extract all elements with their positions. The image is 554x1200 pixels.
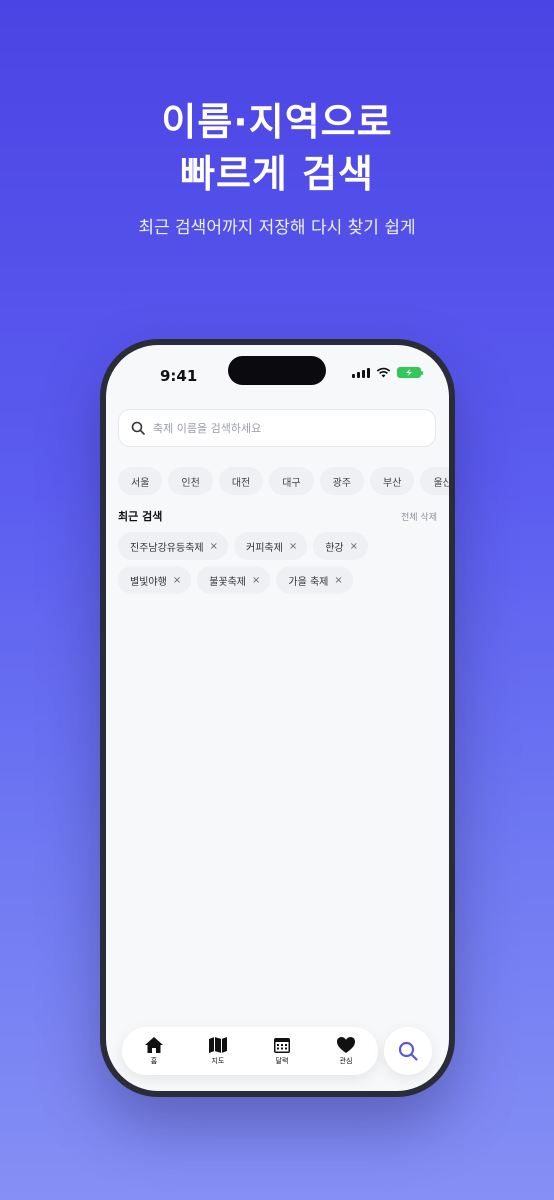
phone-frame: 9:41 서울 인천 <box>100 339 455 1097</box>
recent-search-label: 커피축제 <box>246 542 283 554</box>
map-icon <box>209 1037 227 1053</box>
search-input[interactable] <box>153 421 413 435</box>
bottom-tab-bar: 홈 지도 달력 관심 <box>122 1027 378 1075</box>
tab-home-label: 홈 <box>150 1057 158 1065</box>
region-chip-daegu[interactable]: 대구 <box>269 467 314 495</box>
recent-search-chip[interactable]: 불꽃축제 × <box>197 566 271 594</box>
close-icon[interactable]: × <box>289 541 297 552</box>
close-icon[interactable]: × <box>350 541 358 552</box>
recent-search-chip[interactable]: 별빛야행 × <box>118 566 192 594</box>
region-chip-busan[interactable]: 부산 <box>370 467 415 495</box>
hero-subtitle: 최근 검색어까지 저장해 다시 찾기 쉽게 <box>138 218 416 238</box>
recent-search-label: 가을 축제 <box>288 576 329 588</box>
recent-search-chip[interactable]: 진주남강유등축제 × <box>118 532 228 560</box>
region-chip-daejeon[interactable]: 대전 <box>218 467 264 495</box>
recent-search-label: 별빛야행 <box>130 576 167 588</box>
region-chip-gwangju[interactable]: 광주 <box>319 467 365 495</box>
region-filter-row: 서울 인천 대전 대구 광주 부산 울산 <box>118 467 449 495</box>
close-icon[interactable]: × <box>173 575 181 586</box>
search-field[interactable] <box>118 409 436 447</box>
search-button[interactable] <box>384 1027 432 1075</box>
recent-search-label: 한강 <box>325 542 344 554</box>
battery-icon <box>397 367 423 378</box>
hero-title: 이름·지역으로 빠르게 검색 <box>0 96 554 200</box>
tab-calendar[interactable]: 달력 <box>257 1036 307 1066</box>
search-icon <box>131 421 145 435</box>
recent-search-header: 최근 검색 전체 삭제 <box>118 508 437 524</box>
heart-icon <box>337 1037 355 1053</box>
close-icon[interactable]: × <box>210 541 218 552</box>
wifi-icon <box>376 367 391 378</box>
region-chip-ulsan[interactable]: 울산 <box>420 467 449 495</box>
recent-search-chip[interactable]: 가을 축제 × <box>276 566 353 594</box>
status-time: 9:41 <box>160 367 198 385</box>
tab-home[interactable]: 홈 <box>129 1036 179 1066</box>
tab-calendar-label: 달력 <box>275 1057 289 1065</box>
home-icon <box>145 1037 163 1053</box>
recent-search-title: 최근 검색 <box>118 510 163 523</box>
tab-map[interactable]: 지도 <box>193 1036 243 1066</box>
clear-all-button[interactable]: 전체 삭제 <box>401 510 437 523</box>
dynamic-island <box>228 356 326 385</box>
recent-search-chip[interactable]: 커피축제 × <box>234 532 308 560</box>
region-chip-seoul[interactable]: 서울 <box>118 467 163 495</box>
signal-icon <box>352 367 370 378</box>
hero-title-line2: 빠르게 검색 <box>179 152 375 196</box>
calendar-icon <box>274 1038 290 1053</box>
region-chip-incheon[interactable]: 인천 <box>168 467 213 495</box>
recent-search-chip[interactable]: 한강 × <box>313 532 368 560</box>
close-icon[interactable]: × <box>334 575 342 586</box>
tab-favorites[interactable]: 관심 <box>321 1036 371 1066</box>
tab-favorites-label: 관심 <box>339 1057 353 1065</box>
recent-search-label: 진주남강유등축제 <box>130 542 204 554</box>
hero-title-line1: 이름·지역으로 <box>161 100 393 144</box>
recent-search-list: 진주남강유등축제 × 커피축제 × 한강 × 별빛야행 × 불꽃축제 × 가을 … <box>118 532 438 594</box>
tab-map-label: 지도 <box>211 1057 225 1065</box>
recent-search-label: 불꽃축제 <box>209 576 247 588</box>
search-icon <box>398 1041 418 1061</box>
app-screen: 9:41 서울 인천 <box>106 345 449 1091</box>
status-icons <box>352 367 423 378</box>
close-icon[interactable]: × <box>252 575 260 586</box>
